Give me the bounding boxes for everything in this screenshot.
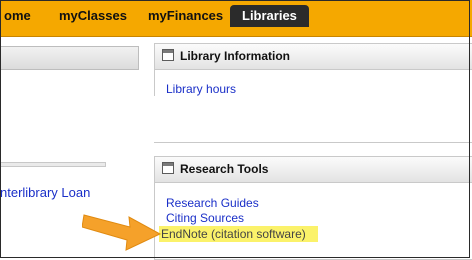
screenshot-frame (0, 0, 470, 258)
